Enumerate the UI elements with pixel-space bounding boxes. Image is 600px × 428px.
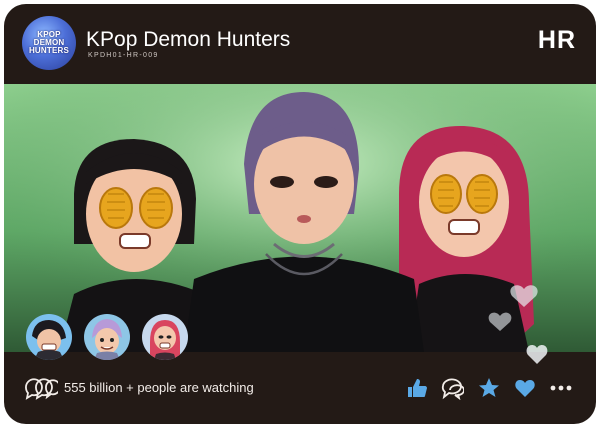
viewer-avatar[interactable] bbox=[84, 314, 130, 360]
card-title: KPop Demon Hunters bbox=[86, 28, 291, 51]
star-icon[interactable] bbox=[477, 376, 501, 400]
card-header: KPOP DEMON HUNTERS KPop Demon Hunters KP… bbox=[4, 4, 596, 86]
chat-bubble-icon[interactable] bbox=[440, 376, 464, 400]
heart-icon[interactable] bbox=[513, 376, 537, 400]
scene-illustration bbox=[4, 84, 596, 352]
card-footer: 555 billion + people are watching bbox=[4, 352, 596, 424]
thumbs-up-icon[interactable] bbox=[405, 376, 429, 400]
floating-heart-icon bbox=[526, 345, 548, 364]
viewer-avatar[interactable] bbox=[142, 314, 188, 360]
idol-card: KPOP DEMON HUNTERS KPop Demon Hunters KP… bbox=[4, 4, 596, 424]
corn-eye-icon bbox=[466, 174, 498, 214]
card-code: KPDH01-HR-009 bbox=[88, 52, 159, 59]
more-dots-icon[interactable] bbox=[549, 376, 573, 400]
rarity-badge: HR bbox=[537, 26, 576, 54]
logo-line-3: HUNTERS bbox=[28, 46, 70, 55]
viewer-avatar[interactable] bbox=[26, 314, 72, 360]
chat-bubbles-icon bbox=[25, 378, 58, 400]
corn-eye-icon bbox=[430, 174, 462, 214]
center-girl-jacket bbox=[184, 256, 424, 352]
video-scene bbox=[4, 84, 596, 352]
kpop-demon-hunters-logo: KPOP DEMON HUNTERS bbox=[22, 16, 76, 70]
watching-count: 555 billion + people are watching bbox=[64, 380, 254, 395]
